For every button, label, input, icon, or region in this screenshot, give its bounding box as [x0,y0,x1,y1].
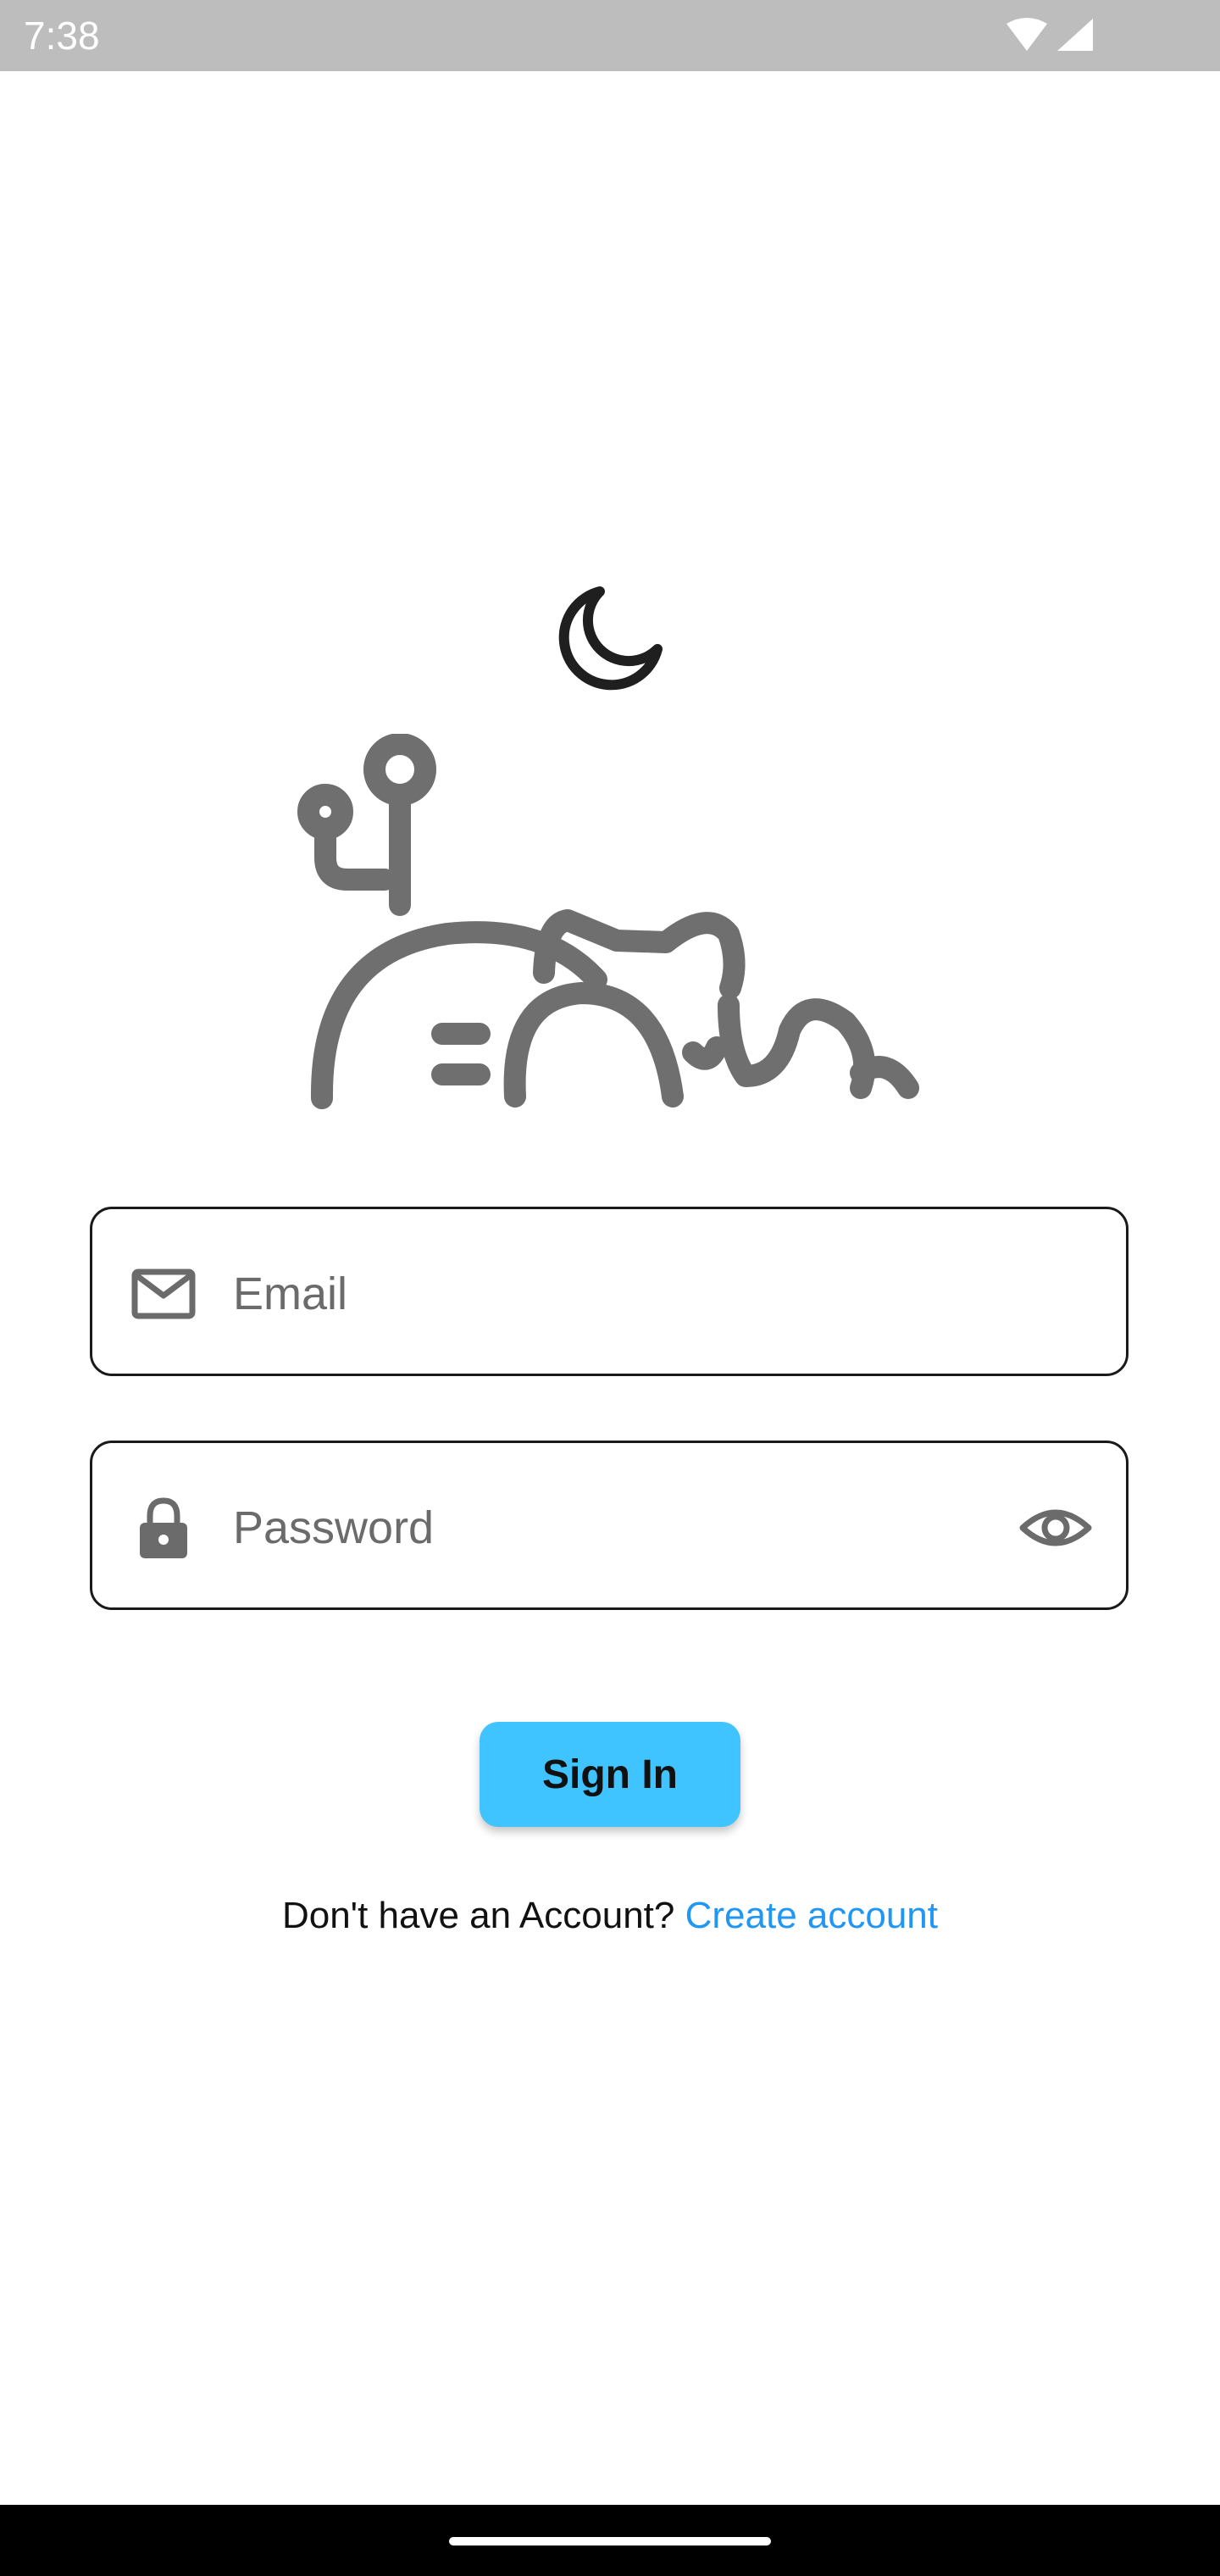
status-icons [1006,18,1093,51]
password-field[interactable] [90,1441,1128,1610]
status-bar: 7:38 [0,0,1220,71]
eye-icon[interactable] [1019,1496,1092,1560]
sleeping-cat-logo [297,734,919,1109]
sign-in-button[interactable]: Sign In [480,1722,740,1827]
create-account-link[interactable]: Create account [685,1895,938,1936]
create-account-row: Don't have an Account? Create account [0,1886,1220,1946]
home-handle[interactable] [449,2537,771,2545]
no-account-text: Don't have an Account? [281,1895,675,1936]
mail-icon [131,1269,196,1319]
email-field[interactable] [90,1207,1128,1376]
wifi-icon [1006,18,1047,51]
email-input[interactable] [233,1252,1063,1336]
password-input[interactable] [233,1485,928,1570]
moon-icon [558,586,663,691]
lock-icon [140,1497,187,1558]
status-time: 7:38 [24,14,100,58]
cell-signal-icon [1057,19,1093,51]
navigation-bar [0,2505,1220,2576]
